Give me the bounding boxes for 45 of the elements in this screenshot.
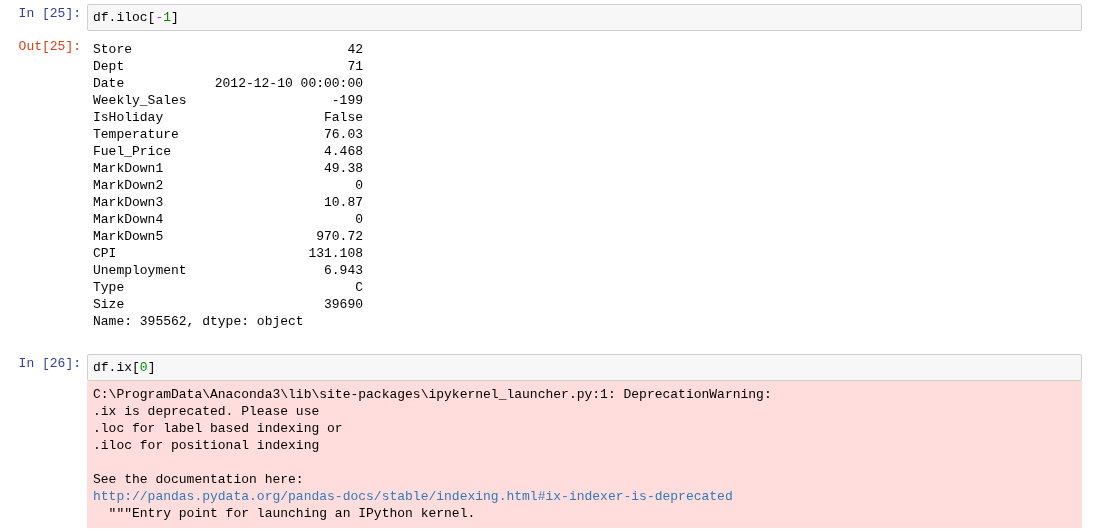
series-label: MarkDown3	[93, 194, 165, 211]
doc-link[interactable]: http://pandas.pydata.org/pandas-docs/stable/indexing.html#ix-indexer-is-deprecated	[93, 489, 733, 504]
series-label: Unemployment	[93, 262, 188, 279]
series-footer: Name: 395562, dtype: object	[93, 313, 1076, 330]
series-label: CPI	[93, 245, 118, 262]
series-value: False	[323, 109, 363, 126]
series-label: Fuel_Price	[93, 143, 172, 160]
series-label: MarkDown4	[93, 211, 165, 228]
series-label: MarkDown1	[93, 160, 165, 177]
code-input[interactable]: df.ix[0]	[87, 354, 1082, 381]
series-value: 39690	[323, 296, 363, 313]
input-prompt: In [25]:	[18, 5, 81, 21]
warning-text: .ix is deprecated. Please use	[93, 404, 320, 419]
series-value: C	[354, 279, 363, 296]
series-value: 42	[346, 41, 363, 58]
series-value: 71	[346, 58, 363, 75]
series-label: MarkDown5	[93, 228, 165, 245]
series-value: -199	[330, 92, 363, 109]
warning-text: .iloc for positional indexing	[93, 438, 320, 453]
series-label: Dept	[93, 58, 126, 75]
series-value: 970.72	[315, 228, 363, 245]
series-value: 49.38	[323, 160, 363, 177]
series-value: 0	[354, 211, 363, 228]
input-prompt: In [26]:	[18, 355, 81, 371]
series-value: 4.468	[323, 143, 363, 160]
series-label: Temperature	[93, 126, 180, 143]
output-prompt: Out[25]:	[18, 38, 81, 54]
warning-text: """Entry point for launching an IPython kernel.	[107, 506, 476, 521]
series-value: 0	[354, 177, 363, 194]
series-label: MarkDown2	[93, 177, 165, 194]
series-value: 76.03	[323, 126, 363, 143]
series-value: 6.943	[323, 262, 363, 279]
warning-text: See the documentation here:	[93, 472, 304, 487]
series-label: Date	[93, 75, 126, 92]
series-value: 2012-12-10 00:00:00	[213, 75, 363, 92]
series-label: Type	[93, 279, 126, 296]
series-label: Size	[93, 296, 126, 313]
warning-text: C:\ProgramData\Anaconda3\lib\site-packages\ipykernel_launcher.py:1: DeprecationWarning:	[93, 387, 772, 402]
series-label: Store	[93, 41, 133, 58]
code-input[interactable]: df.iloc[-1]	[87, 4, 1082, 31]
series-label: IsHoliday	[93, 109, 165, 126]
series-value: 10.87	[323, 194, 363, 211]
warning-text: .loc for label based indexing or	[93, 421, 343, 436]
series-value: 131.108	[307, 245, 363, 262]
series-label: Weekly_Sales	[93, 92, 188, 109]
